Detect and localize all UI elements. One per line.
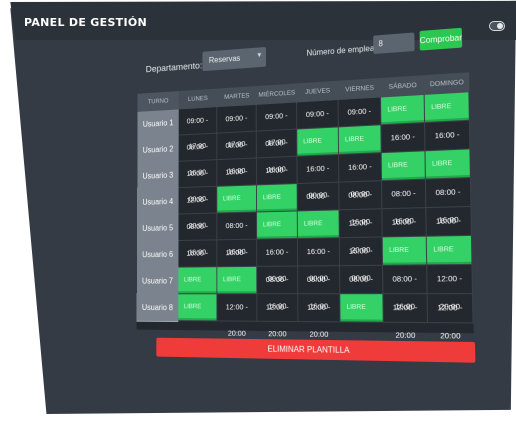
shift-cell[interactable]: 12:00 - 20:00	[178, 186, 218, 230]
shift-cell-free[interactable]: LIBRE	[297, 210, 340, 239]
row-label-usuario-8: Usuario 8	[136, 294, 179, 323]
shift-cell[interactable]: 08:00 - 16:00	[217, 131, 257, 176]
check-button[interactable]: Comprobar	[419, 27, 463, 51]
header-lunes: LUNES	[178, 88, 218, 110]
shift-cell[interactable]: 08:00 - 16:00	[178, 213, 218, 257]
department-label: Departamento:	[145, 60, 203, 76]
shift-cell[interactable]: 09:00 - 17:00	[178, 107, 218, 151]
schedule-table: TURNO LUNES MARTES MIÉRCOLES JUEVES VIERNES SÁ…	[136, 72, 474, 341]
header-jueves: JUEVES	[296, 80, 339, 103]
shift-cell[interactable]: 08:00 - 16:00	[425, 178, 472, 225]
row-label-usuario-5: Usuario 5	[136, 214, 179, 243]
shift-cell[interactable]: 16:00 - 00:00	[178, 240, 218, 283]
shift-cell[interactable]: 12:00 - 20:00	[427, 264, 474, 311]
shift-cell-free[interactable]: LIBRE	[382, 236, 428, 266]
shift-cell[interactable]: 16:00 - 00:00	[217, 239, 258, 283]
shift-cell[interactable]: 09:00 - 17:00	[256, 102, 298, 147]
chevron-down-icon: ▾	[257, 50, 262, 60]
row-label-usuario-1: Usuario 1	[137, 109, 179, 139]
shift-cell-free[interactable]: LIBRE	[338, 125, 382, 155]
department-select[interactable]: Reservas ▾	[202, 46, 267, 72]
shift-cell-free[interactable]: LIBRE	[426, 235, 473, 266]
shift-cell[interactable]: 08:00 - 16:00	[382, 179, 427, 226]
shift-cell[interactable]: 16:00 - 00:00	[257, 238, 299, 283]
shift-cell[interactable]: 16:00 - 00:00	[297, 238, 341, 283]
shift-cell[interactable]: 12:00 - 20:00	[427, 294, 474, 341]
shift-cell[interactable]: 08:00 - 16:00	[298, 266, 341, 311]
shift-cell[interactable]: 16:00 - 00:00	[339, 153, 383, 199]
shift-cell[interactable]: 12:00 - 20:00	[383, 294, 429, 340]
shift-cell[interactable]: 16:00 - 00:00	[425, 120, 471, 168]
shift-cell-free[interactable]: LIBRE	[424, 92, 470, 124]
shift-cell[interactable]: 12:00 - 20:00	[298, 294, 341, 339]
shift-cell[interactable]: 08:00 - 16:00	[178, 133, 218, 177]
shift-cell-free[interactable]: LIBRE	[217, 266, 258, 295]
shift-cell[interactable]: 08:00 - 16:00	[257, 266, 299, 311]
shift-cell[interactable]: 16:00 - 00:00	[381, 123, 426, 169]
shift-cell[interactable]: 12:00 - 20:00	[217, 294, 258, 338]
shift-cell[interactable]: 16:00 - 00:00	[217, 158, 257, 202]
shift-cell-free[interactable]: LIBRE	[297, 127, 340, 157]
shift-cell[interactable]: 12:00 - 20:00	[339, 209, 383, 255]
shift-cell[interactable]: 16:00 - 00:00	[297, 154, 340, 200]
shift-cell[interactable]: 08:00 - 16:00	[339, 181, 383, 227]
shift-cell[interactable]: 16:00 - 00:00	[339, 237, 384, 283]
shift-cell-free[interactable]: LIBRE	[217, 185, 258, 214]
shift-cell-free[interactable]: LIBRE	[381, 94, 426, 126]
row-label-usuario-4: Usuario 4	[137, 188, 179, 217]
shift-cell-free[interactable]: LIBRE	[257, 211, 298, 240]
shift-cell[interactable]: 16:00 - 00:00	[426, 206, 473, 254]
shift-cell[interactable]: 09:00 - 17:00	[297, 99, 339, 145]
shift-cell[interactable]: 12:00 - 20:00	[257, 294, 299, 338]
row-label-usuario-6: Usuario 6	[136, 241, 179, 269]
header-turno: TURNO	[137, 91, 179, 112]
main-content: Departamento: Reservas ▾ Número de emple…	[25, 0, 516, 427]
header-viernes: VIERNES	[338, 77, 382, 100]
employees-input[interactable]: 8	[373, 32, 415, 54]
shift-cell[interactable]: 09:00 - 17:00	[338, 97, 382, 143]
shift-cell[interactable]: 08:00 - 16:00	[340, 265, 384, 311]
shift-cell-free[interactable]: LIBRE	[178, 267, 218, 295]
shift-cell[interactable]: 16:00 - 00:00	[382, 208, 427, 254]
header-martes: MARTES	[217, 86, 257, 108]
shift-cell-free[interactable]: LIBRE	[256, 184, 298, 213]
header-sabado: SÁBADO	[380, 75, 425, 98]
row-label-usuario-7: Usuario 7	[136, 267, 179, 296]
header-miercoles: MIÉRCOLES	[256, 83, 298, 105]
row-label-usuario-3: Usuario 3	[137, 161, 179, 191]
shift-cell-free[interactable]: LIBRE	[381, 151, 426, 182]
department-value: Reservas	[208, 53, 241, 65]
delete-template-button[interactable]: ELIMINAR PLANTILLA	[156, 337, 476, 363]
shift-cell[interactable]: 08:00 - 16:00	[297, 182, 340, 227]
shift-cell-free[interactable]: LIBRE	[425, 149, 471, 180]
employees-value: 8	[378, 38, 383, 49]
shift-cell-free[interactable]: LIBRE	[340, 294, 384, 323]
shift-cell[interactable]: 16:00 - 00:00	[256, 156, 298, 201]
shift-cell[interactable]: 16:00 - 00:00	[178, 160, 218, 203]
shift-cell[interactable]: 09:00 - 17:00	[217, 104, 257, 149]
shift-cell[interactable]: 08:00 - 16:00	[383, 265, 428, 311]
shift-cell-free[interactable]: LIBRE	[178, 294, 218, 322]
shift-cell[interactable]: 08:00 - 16:00	[256, 129, 298, 174]
shift-cell[interactable]: 08:00 - 16:00	[217, 212, 258, 256]
header-domingo: DOMINGO	[424, 72, 470, 95]
row-label-usuario-2: Usuario 2	[137, 135, 179, 165]
